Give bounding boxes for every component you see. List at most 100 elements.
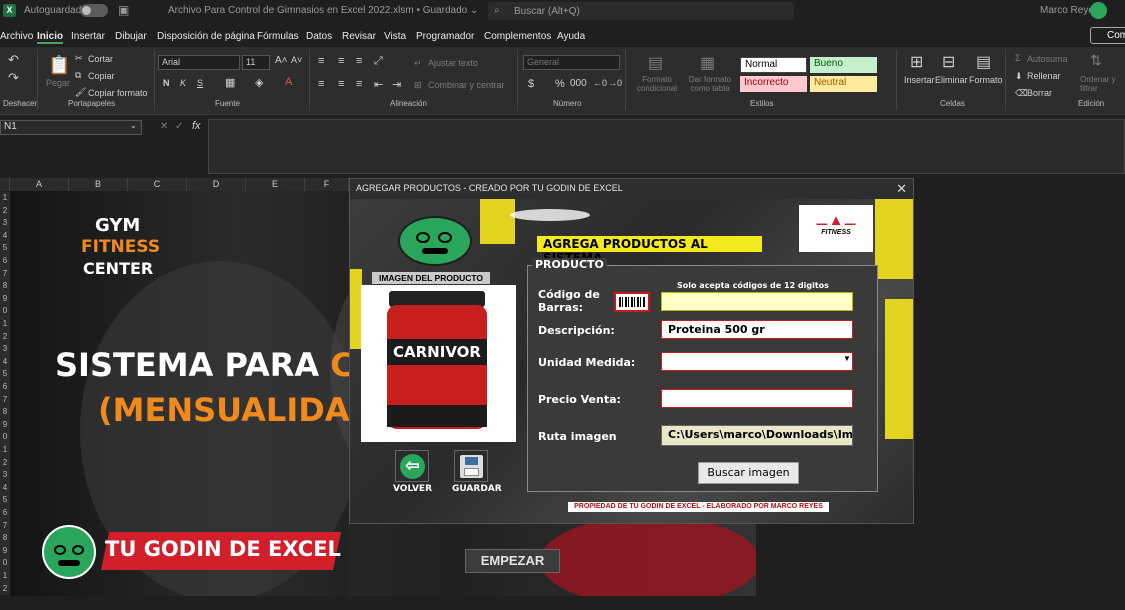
row-header[interactable]: 0 xyxy=(0,305,10,318)
barcode-input[interactable] xyxy=(661,292,853,311)
tab-datos[interactable]: Datos xyxy=(306,31,332,42)
chevron-down-icon[interactable]: ⌄ xyxy=(130,121,137,130)
row-header[interactable]: 7 xyxy=(0,393,10,407)
fx-icon[interactable]: fx xyxy=(192,120,201,132)
format-cells-button[interactable]: Formato xyxy=(969,75,1003,85)
font-name-select[interactable]: Arial xyxy=(158,55,240,70)
file-title[interactable]: Archivo Para Control de Gimnasios en Exc… xyxy=(168,5,478,16)
tab-revisar[interactable]: Revisar xyxy=(342,31,376,42)
font-size-select[interactable]: 11 xyxy=(242,55,270,70)
thousands-icon[interactable]: 000 xyxy=(570,78,587,89)
copy-icon[interactable]: ⧉ xyxy=(75,70,81,81)
start-button[interactable]: EMPEZAR xyxy=(465,549,560,573)
format-painter-button[interactable]: Copiar formato xyxy=(88,88,148,98)
excel-icon[interactable]: X xyxy=(3,4,16,17)
back-label[interactable]: VOLVER xyxy=(393,484,432,494)
insert-cells-icon[interactable]: ⊞ xyxy=(910,52,923,72)
row-header[interactable]: 5 xyxy=(0,494,10,507)
row-header[interactable]: 3 xyxy=(0,469,10,482)
tab-insertar[interactable]: Insertar xyxy=(71,31,105,42)
dropdown-arrow-icon[interactable]: ▼ xyxy=(843,354,851,363)
row-header[interactable]: 9 xyxy=(0,292,10,306)
sort-filter-icon[interactable]: ⇅ xyxy=(1090,52,1102,69)
enter-icon[interactable]: ✓ xyxy=(175,121,183,132)
fill-button[interactable]: Rellenar xyxy=(1027,71,1061,81)
style-incorrecto[interactable]: Incorrecto xyxy=(740,76,807,92)
row-header[interactable]: 9 xyxy=(0,418,10,432)
search-box[interactable]: ⌕ Buscar (Alt+Q) xyxy=(488,2,794,20)
currency-icon[interactable]: $ xyxy=(528,78,534,90)
delete-cells-button[interactable]: Eliminar xyxy=(935,75,968,85)
select-all[interactable] xyxy=(0,178,10,191)
decrease-decimal-icon[interactable]: →0 xyxy=(608,78,622,88)
align-middle-icon[interactable]: ≡ xyxy=(338,55,344,67)
tab-archivo[interactable]: Archivo xyxy=(0,31,33,42)
name-box[interactable]: N1 xyxy=(0,120,142,135)
back-button[interactable]: ⇦ xyxy=(395,450,429,482)
column-header[interactable]: D xyxy=(187,178,246,191)
row-header[interactable]: 3 xyxy=(0,217,10,230)
row-header[interactable]: 4 xyxy=(0,481,10,495)
row-header[interactable]: 8 xyxy=(0,532,10,545)
column-header[interactable]: E xyxy=(246,178,305,191)
fill-icon[interactable]: ⬇ xyxy=(1015,71,1023,82)
tab-ayuda[interactable]: Ayuda xyxy=(557,31,585,42)
path-input[interactable]: C:\Users\marco\Downloads\Imag xyxy=(661,425,853,446)
merge-center-button[interactable]: Combinar y centrar xyxy=(428,80,505,90)
tab-complementos[interactable]: Complementos xyxy=(484,31,551,42)
column-header[interactable]: F xyxy=(305,178,349,191)
align-top-icon[interactable]: ≡ xyxy=(318,55,324,67)
cut-icon[interactable]: ✂ xyxy=(75,53,83,64)
wrap-text-button[interactable]: Ajustar texto xyxy=(428,58,478,68)
insert-cells-button[interactable]: Insertar xyxy=(904,75,935,85)
fill-color-icon[interactable]: ◈ xyxy=(255,76,263,89)
row-header[interactable]: 1 xyxy=(0,570,10,583)
format-painter-icon[interactable]: 🖌 xyxy=(75,87,86,98)
row-header[interactable]: 8 xyxy=(0,280,10,293)
close-icon[interactable]: ✕ xyxy=(896,181,907,197)
row-header[interactable]: 3 xyxy=(0,343,10,356)
row-header[interactable]: 4 xyxy=(0,229,10,243)
paste-button[interactable]: Pegar xyxy=(46,78,70,88)
undo-icon[interactable]: ↶ xyxy=(8,52,19,68)
description-input[interactable]: Proteina 500 gr xyxy=(661,320,853,339)
comments-button[interactable]: Com xyxy=(1090,27,1125,44)
tab-formulas[interactable]: Fórmulas xyxy=(257,31,299,42)
sort-filter-button[interactable]: Ordenar y filtrar xyxy=(1080,75,1120,93)
column-header[interactable]: B xyxy=(69,178,128,191)
style-normal[interactable]: Normal xyxy=(740,57,807,73)
indent-icon[interactable]: ⇤ xyxy=(374,78,383,91)
align-center-icon[interactable]: ≡ xyxy=(338,78,344,90)
row-header[interactable]: 7 xyxy=(0,267,10,281)
row-header[interactable]: 6 xyxy=(0,381,10,394)
outdent-icon[interactable]: ⇥ xyxy=(392,78,401,91)
row-header[interactable]: 2 xyxy=(0,582,10,596)
align-right-icon[interactable]: ≡ xyxy=(356,78,362,90)
bold-icon[interactable]: N xyxy=(163,78,170,88)
search-image-button[interactable]: Buscar imagen xyxy=(698,462,799,484)
avatar[interactable] xyxy=(1090,2,1107,19)
number-format-select[interactable]: General xyxy=(523,55,620,70)
grow-font-icon[interactable]: A˄ xyxy=(275,55,288,66)
clear-button[interactable]: Borrar xyxy=(1027,88,1052,98)
row-header[interactable]: 6 xyxy=(0,255,10,268)
style-bueno[interactable]: Bueno xyxy=(810,57,877,73)
orientation-icon[interactable]: ⤢ xyxy=(374,55,383,68)
borders-icon[interactable]: ▦ xyxy=(225,76,235,89)
row-header[interactable]: 9 xyxy=(0,544,10,558)
paste-icon[interactable]: 📋 xyxy=(48,55,70,76)
column-header[interactable]: C xyxy=(128,178,187,191)
align-left-icon[interactable]: ≡ xyxy=(318,78,324,90)
shrink-font-icon[interactable]: A˅ xyxy=(291,55,302,65)
row-header[interactable]: 1 xyxy=(0,318,10,331)
column-header[interactable]: A xyxy=(10,178,69,191)
merge-icon[interactable]: ⊞ xyxy=(414,80,422,91)
delete-cells-icon[interactable]: ⊟ xyxy=(942,52,955,72)
font-color-icon[interactable]: A xyxy=(285,76,292,88)
conditional-format-button[interactable]: Formato condicional xyxy=(633,75,681,93)
row-header[interactable]: 8 xyxy=(0,406,10,419)
row-header[interactable]: 1 xyxy=(0,444,10,457)
align-bottom-icon[interactable]: ≡ xyxy=(356,55,362,67)
redo-icon[interactable]: ↷ xyxy=(8,70,19,86)
save-icon[interactable]: ▣ xyxy=(118,3,129,17)
